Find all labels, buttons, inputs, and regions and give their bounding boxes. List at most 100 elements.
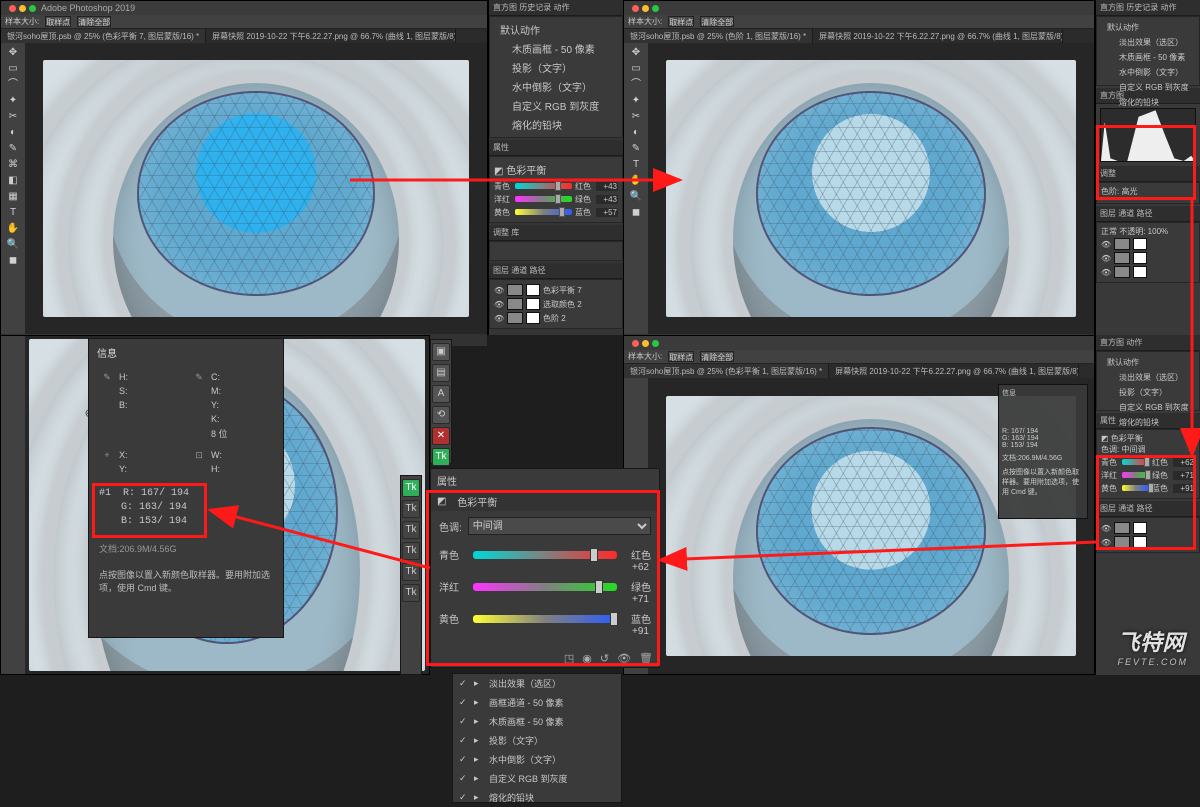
cb-slider-maggrn[interactable]: 洋红 绿色 <box>431 573 659 594</box>
center-panels-top: 直方图 历史记录 动作 默认动作 木质画框 - 50 像素 投影（文字） 水中倒… <box>488 0 623 335</box>
eyedropper-icon: ✎ <box>191 372 207 383</box>
actions-mini: 默认动作 木质画框 - 50 像素 投影（文字） 水中倒影（文字） 自定义 RG… <box>489 16 623 138</box>
zoom-tool[interactable]: 🔍 <box>4 237 22 252</box>
action-item: 水中倒影（文字） <box>489 753 561 766</box>
adjust-row[interactable]: 色阶: 高光 <box>1096 182 1200 204</box>
layers-hdr[interactable]: 图层 通道 路径 <box>489 263 623 279</box>
cb-slider-yelblu[interactable]: 黄色 蓝色 <box>431 605 659 626</box>
doc-tab-1[interactable]: 银河soho屋顶.psb @ 25% (色阶 1, 图层蒙版/16) * <box>624 29 813 43</box>
cb-footer: ◳ ◉ ↺ 👁 🗑 <box>564 652 653 665</box>
opt-clear-all[interactable]: 清除全部 <box>77 16 111 27</box>
action-item[interactable]: 木质画框 - 50 像素 <box>494 39 618 58</box>
ps-window-right: 样本大小:取样点清除全部 银河soho屋顶.psb @ 25% (色阶 1, 图… <box>623 0 1095 335</box>
info-title: 信息 <box>93 343 279 366</box>
brush-tool[interactable]: ✎ <box>4 141 22 156</box>
cb-icon: ◩ <box>437 496 446 507</box>
eyedropper-icon: ✎ <box>99 372 115 383</box>
document-tabs: 银河soho屋顶.psb @ 25% (色彩平衡 7, 图层蒙版/16) * 屏… <box>1 29 487 43</box>
move-tool[interactable]: ✥ <box>4 45 22 60</box>
tool-palette: ✥ ▭ ⌒ ✦ ✂ ◐ ✎ T ✋ 🔍 ◼ <box>624 43 648 334</box>
window-titlebar <box>624 1 1094 15</box>
canvas-br[interactable]: 信息 R: 167/ 194 G: 163/ 194 B: 153/ 194 文… <box>648 378 1094 674</box>
reset-icon[interactable]: ↺ <box>600 652 609 665</box>
ps-window-br: 样本大小:取样点清除全部 银河soho屋顶.psb @ 25% (色彩平衡 1,… <box>623 335 1095 675</box>
wand-tool[interactable]: ✦ <box>4 93 22 108</box>
history-tab-hdr[interactable]: 直方图 历史记录 动作 <box>489 0 623 16</box>
eyedropper-tool[interactable]: ◐ <box>4 125 22 140</box>
window-titlebar: Adobe Photoshop 2019 <box>1 1 487 15</box>
actions-mini: 默认动作 淡出效果（选区） 木质画框 - 50 像素 水中倒影（文字） 自定义 … <box>1096 16 1200 86</box>
action-item[interactable]: 投影（文字） <box>494 58 618 77</box>
adjust-label: 色阶: 高光 <box>1101 187 1137 196</box>
visibility-icon[interactable]: 👁 <box>617 652 631 665</box>
action-item: 自定义 RGB 到灰度 <box>489 772 568 785</box>
document-tabs: 银河soho屋顶.psb @ 25% (色阶 1, 图层蒙版/16) * 屏幕快… <box>624 29 1094 43</box>
layer-row[interactable]: 👁选取颜色 2 <box>494 297 618 311</box>
sample-r: R: 167/ 194 <box>123 488 189 499</box>
tool-palette: ✥ ▭ ⌒ ✦ ✂ ◐ ✎ ⌘ ◧ ▦ T ✋ 🔍 ◼ <box>1 43 25 334</box>
layer-row[interactable]: 👁色阶 2 <box>494 311 618 325</box>
doc-tab-2[interactable]: 屏幕快照 2019-10-22 下午6.22.27.png @ 66.7% (曲… <box>829 364 1079 378</box>
fgbg-swatch[interactable]: ◼ <box>4 253 22 271</box>
cb-slider-cyred[interactable]: 青色 红色 <box>431 541 659 562</box>
ps-window-left: Adobe Photoshop 2019 样本大小: 取样点 清除全部 银河so… <box>0 0 488 335</box>
properties-hdr[interactable]: 属性 <box>489 140 623 156</box>
dome-image-blue <box>43 60 468 316</box>
gradient-tool[interactable]: ▦ <box>4 189 22 204</box>
tk-icon[interactable]: Tk <box>432 448 450 466</box>
doc-tab-1[interactable]: 银河soho屋顶.psb @ 25% (色彩平衡 1, 图层蒙版/16) * <box>624 364 829 378</box>
cb-type: 色彩平衡 <box>457 494 497 509</box>
adj-type: 色彩平衡 <box>506 166 546 177</box>
properties-mini-br: ◩ 色彩平衡 色调: 中间调 青色红色+62 洋红绿色+71 黄色蓝色+91 <box>1096 429 1200 499</box>
hand-tool[interactable]: ✋ <box>4 221 22 236</box>
action-item: 木质画框 - 50 像素 <box>489 715 564 728</box>
opt-sample-point[interactable]: 取样点 <box>45 16 71 27</box>
cb-val-3: +91 <box>431 626 659 637</box>
action-item: 投影（文字） <box>489 734 543 747</box>
info-tip: 点按图像以置入新颜色取样器。要用附加选项，使用 Cmd 键。 <box>93 559 279 604</box>
options-bar: 样本大小: 取样点 清除全部 <box>1 15 487 29</box>
action-item[interactable]: 自定义 RGB 到灰度 <box>494 96 618 115</box>
view-prev-icon[interactable]: ◉ <box>582 652 592 665</box>
action-item[interactable]: 熔化的铅块 <box>494 115 618 134</box>
adjust-presets[interactable] <box>489 241 623 261</box>
tool-palette <box>1 336 25 674</box>
panels-farright-bottom: 直方图 动作 默认动作 淡出效果（选区） 投影（文字） 自定义 RGB 到灰度 … <box>1095 335 1200 675</box>
cb-title: 属性 <box>431 469 659 492</box>
sampler-readout: #1 R: 167/ 194 G: 163/ 194 B: 153/ 194 <box>99 488 273 530</box>
action-item: 熔化的铅块 <box>489 791 534 804</box>
watermark: 飞特网 FEVTE.COM <box>1117 625 1188 667</box>
color-balance-panel: 属性 ◩ 色彩平衡 色调: 中间调 青色 红色 +62 洋红 绿色 +71 黄色… <box>430 468 660 668</box>
marquee-tool[interactable]: ▭ <box>4 61 22 76</box>
opt-label: 样本大小: <box>5 16 39 27</box>
clip-icon[interactable]: ◳ <box>564 652 574 665</box>
action-item[interactable]: 水中倒影（文字） <box>494 77 618 96</box>
action-item: 画框通道 - 50 像素 <box>489 696 564 709</box>
text-tool[interactable]: T <box>4 205 22 220</box>
action-item: 淡出效果（选区） <box>489 677 561 690</box>
clone-tool[interactable]: ⌘ <box>4 157 22 172</box>
app-title: Adobe Photoshop 2019 <box>41 3 135 13</box>
panels-farright-top: 直方图 历史记录 动作 默认动作 淡出效果（选区） 木质画框 - 50 像素 水… <box>1095 0 1200 335</box>
eraser-tool[interactable]: ◧ <box>4 173 22 188</box>
canvas-right[interactable] <box>648 43 1094 334</box>
doc-tab-2[interactable]: 屏幕快照 2019-10-22 下午6.22.27.png @ 66.7% (曲… <box>206 29 456 43</box>
tk-icon[interactable]: Tk <box>402 479 420 497</box>
cb-val-2: +71 <box>431 594 659 605</box>
adjustments-hdr[interactable]: 调整 库 <box>489 225 623 241</box>
dimensions-icon: ⊡ <box>191 450 207 461</box>
tone-select[interactable]: 中间调 <box>468 517 651 535</box>
lasso-tool[interactable]: ⌒ <box>4 77 22 92</box>
cb-val-1: +62 <box>431 562 659 573</box>
canvas-left[interactable] <box>25 43 487 334</box>
action-set[interactable]: 默认动作 <box>494 20 618 39</box>
sample-g: G: 163/ 194 <box>99 502 273 516</box>
doc-tab-2[interactable]: 屏幕快照 2019-10-22 下午6.22.27.png @ 66.7% (曲… <box>813 29 1063 43</box>
layer-row[interactable]: 👁色彩平衡 7 <box>494 283 618 297</box>
sample-b: B: 153/ 194 <box>99 516 273 530</box>
histogram[interactable] <box>1100 108 1196 162</box>
move-tool[interactable]: ✥ <box>627 45 645 60</box>
doc-tab-1[interactable]: 银河soho屋顶.psb @ 25% (色彩平衡 7, 图层蒙版/16) * <box>1 29 206 43</box>
crop-tool[interactable]: ✂ <box>4 109 22 124</box>
trash-icon[interactable]: 🗑 <box>639 652 653 665</box>
